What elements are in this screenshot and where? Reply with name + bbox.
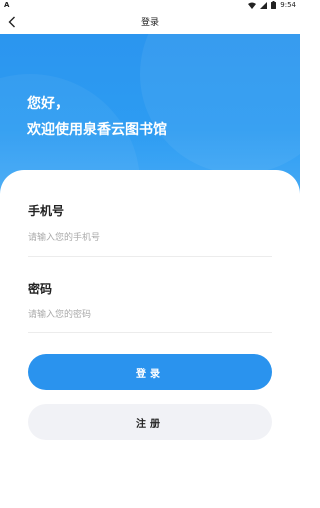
- register-button-label: 注册: [136, 418, 164, 430]
- password-divider: [28, 332, 272, 333]
- status-icons: 9:54: [248, 1, 296, 9]
- password-input[interactable]: [28, 305, 272, 325]
- wifi-icon: [248, 2, 257, 9]
- phone-input[interactable]: [28, 228, 272, 248]
- phone-divider: [28, 256, 272, 257]
- notification-indicator: A: [4, 1, 10, 9]
- greeting-line: 您好，: [27, 96, 69, 112]
- welcome-text: 您好， 欢迎使用泉香云图书馆: [27, 91, 167, 143]
- phone-label: 手机号: [28, 204, 65, 218]
- welcome-line: 欢迎使用泉香云图书馆: [27, 122, 167, 138]
- login-button-label: 登录: [136, 368, 164, 380]
- register-button[interactable]: 注册: [28, 404, 272, 440]
- status-time: 9:54: [280, 1, 296, 9]
- status-bar: A 9:54: [0, 0, 300, 10]
- signal-icon: [260, 1, 268, 9]
- nav-bar: 登录: [0, 10, 300, 34]
- password-label: 密码: [28, 282, 53, 296]
- battery-icon: [271, 1, 277, 9]
- login-card: [0, 170, 300, 508]
- page-title: 登录: [140, 18, 159, 28]
- login-button[interactable]: 登录: [28, 354, 272, 390]
